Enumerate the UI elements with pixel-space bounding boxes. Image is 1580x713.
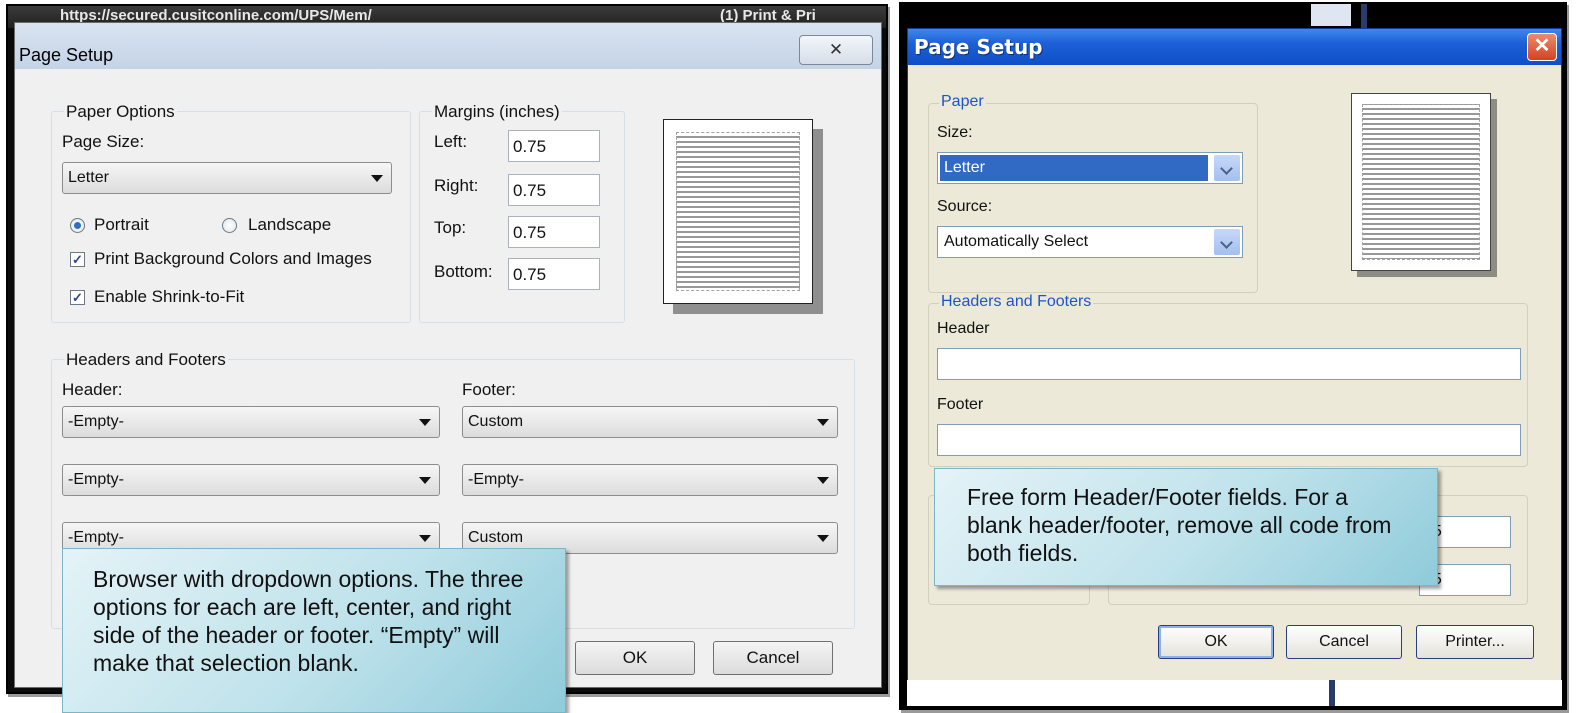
header-right-value: -Empty- [68, 529, 124, 546]
margin-bottom-label: Bottom: [434, 262, 493, 281]
chevron-down-icon[interactable] [1214, 155, 1240, 181]
printer-button[interactable]: Printer... [1416, 625, 1534, 659]
dialog-title: Page Setup [19, 45, 114, 65]
close-icon: ✕ [1533, 35, 1551, 57]
footer-input[interactable] [937, 424, 1521, 456]
landscape-label: Landscape [248, 215, 332, 234]
margin-left-input[interactable]: 0.75 [508, 130, 600, 162]
cancel-button-label: Cancel [1319, 633, 1369, 650]
page-size-value: Letter [68, 169, 109, 186]
header-label: Header: [62, 380, 123, 399]
chevron-down-icon [371, 175, 383, 182]
margin-left-value: 0.75 [513, 137, 547, 156]
headers-footers-legend: Headers and Footers [939, 293, 1094, 311]
landscape-radio[interactable] [222, 218, 237, 233]
footer-left-select[interactable]: Custom [462, 406, 838, 438]
cancel-button-label: Cancel [746, 648, 800, 667]
background-window-divider [1361, 4, 1367, 28]
printer-button-label: Printer... [1445, 633, 1505, 650]
dialog-titlebar: Page Setup ✕ [908, 29, 1561, 65]
margin-bottom-value: 0.75 [513, 265, 547, 284]
dialog-titlebar: Page Setup ✕ [15, 23, 881, 69]
background-window-divider [1329, 680, 1335, 706]
shrink-to-fit-label: Enable Shrink-to-Fit [94, 287, 245, 306]
chevron-down-icon [419, 535, 431, 542]
source-value: Automatically Select [944, 233, 1089, 250]
background-window-bottom [907, 680, 1562, 706]
header-label: Header [937, 320, 990, 337]
source-label: Source: [937, 198, 993, 215]
shrink-to-fit-checkbox[interactable]: ✓ [70, 290, 85, 305]
chevron-down-icon [817, 477, 829, 484]
size-label: Size: [937, 124, 973, 141]
print-background-checkbox[interactable]: ✓ [70, 252, 85, 267]
margins-legend: Margins (inches) [432, 102, 562, 122]
footer-right-value: Custom [468, 529, 524, 546]
source-select[interactable]: Automatically Select [937, 226, 1243, 258]
background-window-fragment [1311, 4, 1351, 26]
headers-footers-group: Headers and Footers Header Footer [928, 293, 1528, 467]
right-callout-text: Free form Header/Footer fields. For a bl… [967, 484, 1392, 566]
ok-button-label: OK [622, 648, 648, 667]
close-button[interactable]: ✕ [799, 35, 873, 65]
paper-options-group: Paper Options Page Size: Letter Portrait… [51, 102, 411, 323]
margin-right-input[interactable]: 0.75 [508, 174, 600, 206]
left-callout: Browser with dropdown options. The three… [62, 548, 566, 713]
paper-options-legend: Paper Options [64, 102, 177, 122]
page-preview [1351, 93, 1491, 271]
page-preview-text-lines [1362, 104, 1480, 260]
header-center-value: -Empty- [68, 471, 124, 488]
footer-center-select[interactable]: -Empty- [462, 464, 838, 496]
chevron-down-icon [817, 419, 829, 426]
chevron-down-icon [419, 477, 431, 484]
margin-bottom-input[interactable]: 0.75 [508, 258, 600, 290]
cancel-button[interactable]: Cancel [1286, 625, 1402, 659]
header-left-select[interactable]: -Empty- [62, 406, 440, 438]
footer-left-value: Custom [468, 413, 524, 430]
chevron-down-icon[interactable] [1214, 229, 1240, 255]
footer-label: Footer: [462, 380, 516, 399]
margin-top-value: 0.75 [513, 223, 547, 242]
close-icon: ✕ [828, 40, 844, 59]
print-background-label: Print Background Colors and Images [94, 249, 372, 268]
headers-footers-legend: Headers and Footers [64, 350, 228, 370]
ok-button[interactable]: OK [575, 641, 695, 675]
footer-center-value: -Empty- [468, 471, 524, 488]
margin-right-value: 0.75 [513, 181, 547, 200]
page-size-select[interactable]: Letter [62, 162, 392, 194]
page-preview [663, 119, 813, 304]
margin-right-label: Right: [434, 176, 479, 195]
paper-group: Paper Size: Letter Source: Automatically… [928, 93, 1258, 293]
header-center-select[interactable]: -Empty- [62, 464, 440, 496]
page-size-label: Page Size: [62, 132, 145, 151]
size-value: Letter [940, 155, 1208, 181]
right-callout: Free form Header/Footer fields. For a bl… [934, 468, 1438, 586]
left-callout-text: Browser with dropdown options. The three… [93, 566, 524, 676]
paper-legend: Paper [939, 93, 986, 111]
portrait-label: Portrait [94, 215, 149, 234]
header-input[interactable] [937, 348, 1521, 380]
right-screenshot-frame: Page Setup ✕ Paper Size: Letter Source: … [899, 2, 1567, 710]
ok-button[interactable]: OK [1158, 625, 1274, 659]
page-preview-text-lines [676, 132, 800, 291]
dialog-title: Page Setup [914, 35, 1043, 59]
margin-left-label: Left: [434, 132, 468, 151]
close-button[interactable]: ✕ [1527, 33, 1557, 61]
ok-button-label: OK [1204, 633, 1228, 650]
page-setup-dialog-xp: Page Setup ✕ Paper Size: Letter Source: … [907, 28, 1562, 698]
margins-group: Margins (inches) Left: 0.75 Right: 0.75 … [419, 102, 625, 323]
margin-top-label: Top: [434, 218, 467, 237]
portrait-radio[interactable] [70, 218, 85, 233]
chevron-down-icon [817, 535, 829, 542]
size-select[interactable]: Letter [937, 152, 1243, 184]
chevron-down-icon [419, 419, 431, 426]
cancel-button[interactable]: Cancel [713, 641, 833, 675]
footer-label: Footer [937, 396, 984, 413]
margin-top-input[interactable]: 0.75 [508, 216, 600, 248]
header-left-value: -Empty- [68, 413, 124, 430]
